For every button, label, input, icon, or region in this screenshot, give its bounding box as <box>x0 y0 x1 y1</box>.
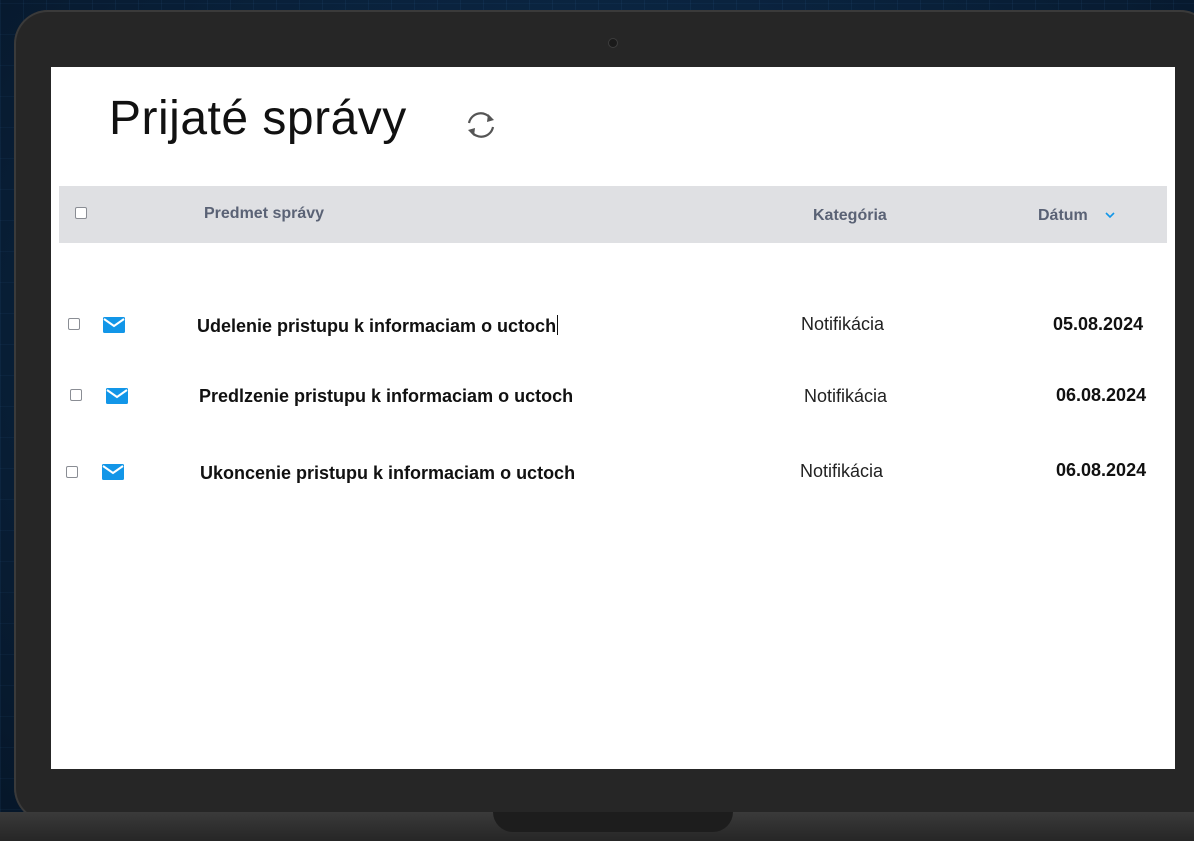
subject-text: Udelenie pristupu k informaciam o uctoch <box>197 316 557 336</box>
envelope-icon <box>106 388 128 404</box>
message-date: 06.08.2024 <box>1056 385 1147 405</box>
message-date: 05.08.2024 <box>1053 314 1144 334</box>
webcam <box>608 38 618 48</box>
message-subject[interactable]: Predlzenie pristupu k informaciam o ucto… <box>199 386 573 407</box>
inbox-screen: Prijaté správy Predmet správy Kategória … <box>51 67 1175 769</box>
message-category: Notifikácia <box>804 386 888 406</box>
message-category: Notifikácia <box>800 461 884 481</box>
laptop-notch <box>493 812 733 832</box>
message-subject[interactable]: Udelenie pristupu k informaciam o uctoch <box>197 315 559 337</box>
row-checkbox[interactable] <box>68 318 80 330</box>
message-date: 06.08.2024 <box>1056 460 1147 480</box>
column-header-category[interactable]: Kategória <box>813 207 887 225</box>
envelope-icon <box>103 317 125 333</box>
column-header-date[interactable]: Dátum <box>1038 207 1088 225</box>
envelope-icon <box>102 464 124 480</box>
text-cursor <box>557 315 559 335</box>
message-category: Notifikácia <box>801 314 885 334</box>
column-header-subject[interactable]: Predmet správy <box>204 205 324 223</box>
row-checkbox[interactable] <box>66 466 78 478</box>
chevron-down-icon[interactable] <box>1104 210 1116 220</box>
page-title: Prijaté správy <box>109 92 407 145</box>
select-all-checkbox[interactable] <box>75 207 87 219</box>
refresh-icon[interactable] <box>463 107 499 143</box>
table-header: Predmet správy Kategória Dátum <box>59 186 1167 243</box>
message-subject[interactable]: Ukoncenie pristupu k informaciam o uctoc… <box>200 463 575 484</box>
row-checkbox[interactable] <box>70 389 82 401</box>
